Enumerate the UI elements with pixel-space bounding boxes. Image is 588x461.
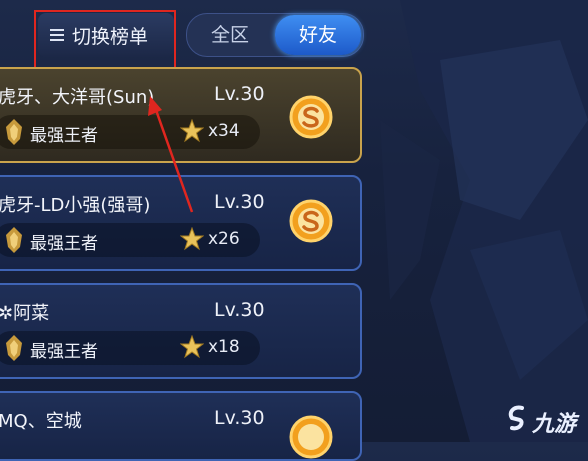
star-count: x26	[208, 229, 240, 249]
star-icon	[180, 119, 204, 143]
tab-friends[interactable]: 好友	[275, 15, 361, 55]
player-name: ✲阿菜	[0, 303, 50, 324]
menu-icon	[50, 26, 64, 44]
rank-emblem-icon	[6, 119, 22, 145]
rank-title: 最强王者	[30, 342, 98, 362]
player-level: Lv.30	[214, 299, 265, 321]
tab-all-region[interactable]: 全区	[187, 14, 273, 56]
rank-title: 最强王者	[30, 234, 98, 254]
rank-info: 最强王者 x18	[0, 331, 260, 365]
rank-info: 最强王者 x26	[0, 223, 260, 257]
star-count: x34	[208, 121, 240, 141]
rank-emblem-icon	[6, 335, 22, 361]
rank-title: 最强王者	[30, 126, 98, 146]
player-level: Lv.30	[214, 191, 265, 213]
rank-info: 最强王者 x34	[0, 115, 260, 149]
switch-leaderboard-label: 切换榜单	[72, 25, 149, 48]
star-icon	[180, 335, 204, 359]
gift-coin-icon[interactable]	[289, 199, 333, 243]
watermark-text: 九游	[532, 412, 577, 437]
scope-tabs: 全区 好友	[186, 13, 364, 57]
player-name: 虎牙、大洋哥(Sun)	[0, 87, 155, 108]
player-name: MQ、空城	[0, 411, 82, 432]
gift-coin-icon[interactable]	[289, 95, 333, 139]
rank-emblem-icon	[6, 227, 22, 253]
watermark: 九游	[504, 400, 588, 442]
star-icon	[180, 227, 204, 251]
gift-coin-icon[interactable]	[289, 415, 333, 459]
player-level: Lv.30	[214, 407, 265, 429]
list-item[interactable]: ✲阿菜 Lv.30 最强王者 x18	[0, 283, 362, 379]
switch-leaderboard-button[interactable]: 切换榜单	[38, 13, 174, 57]
player-name: 虎牙-LD小强(强哥)	[0, 195, 151, 216]
player-level: Lv.30	[214, 83, 265, 105]
watermark-logo-icon	[508, 405, 524, 431]
star-count: x18	[208, 337, 240, 357]
top-bar: 切换榜单 全区 好友	[0, 0, 588, 72]
